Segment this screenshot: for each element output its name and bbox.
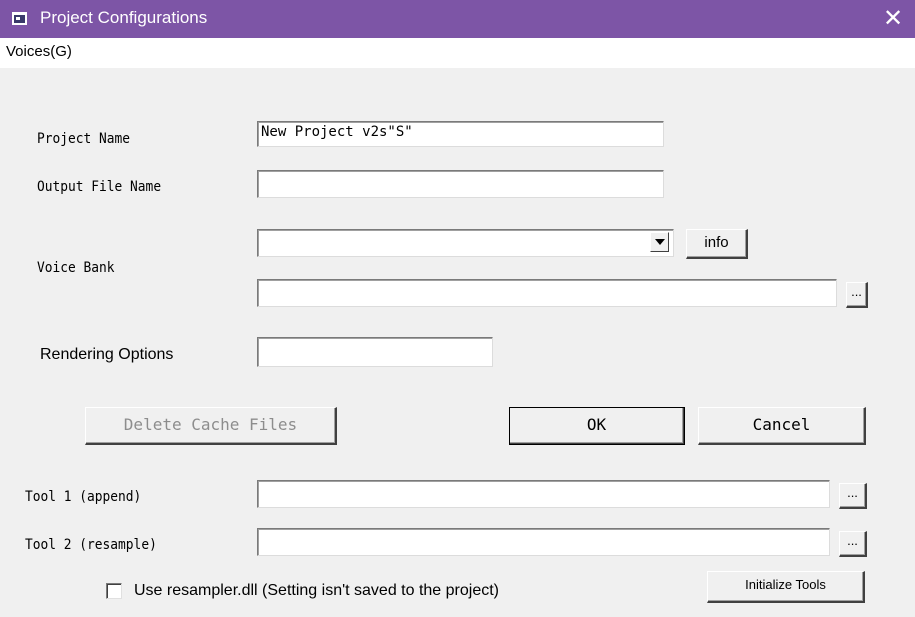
close-icon[interactable]: ✕: [871, 0, 915, 38]
output-file-name-label: Output File Name: [37, 179, 162, 195]
voice-bank-browse-button[interactable]: ...: [846, 282, 868, 308]
use-resampler-checkbox[interactable]: [106, 583, 122, 599]
delete-cache-files-button[interactable]: Delete Cache Files: [85, 407, 337, 445]
tool2-label: Tool 2 (resample): [25, 537, 157, 553]
menu-item-voices[interactable]: Voices(G): [6, 42, 72, 62]
tool1-label: Tool 1 (append): [25, 489, 142, 505]
cancel-button[interactable]: Cancel: [698, 407, 866, 445]
voice-bank-select[interactable]: [257, 229, 674, 257]
use-resampler-label[interactable]: Use resampler.dll (Setting isn't saved t…: [134, 582, 499, 600]
project-name-field[interactable]: New Project v2s"S": [257, 121, 664, 147]
menu-bar: Voices(G): [0, 38, 915, 68]
tool2-browse-button[interactable]: ...: [839, 531, 867, 557]
voice-bank-path-field[interactable]: [257, 279, 837, 307]
rendering-options-field[interactable]: [257, 337, 493, 367]
voice-bank-label: Voice Bank: [37, 260, 115, 276]
window-title: Project Configurations: [40, 8, 208, 27]
project-name-label: Project Name: [37, 131, 131, 147]
tool2-field[interactable]: [257, 528, 830, 556]
voice-bank-info-button[interactable]: info: [686, 229, 748, 259]
tool1-browse-button[interactable]: ...: [839, 483, 867, 509]
rendering-options-label: Rendering Options: [40, 346, 174, 363]
initialize-tools-button[interactable]: Initialize Tools: [707, 571, 865, 603]
output-file-name-field[interactable]: [257, 170, 664, 198]
ok-button[interactable]: OK: [509, 407, 685, 445]
tool1-field[interactable]: [257, 480, 830, 508]
dialog-body: Project Name New Project v2s"S" Output F…: [0, 68, 915, 617]
chevron-down-icon[interactable]: [650, 232, 669, 252]
app-window-icon: [12, 12, 27, 25]
title-bar: Project Configurations ✕: [0, 0, 915, 38]
